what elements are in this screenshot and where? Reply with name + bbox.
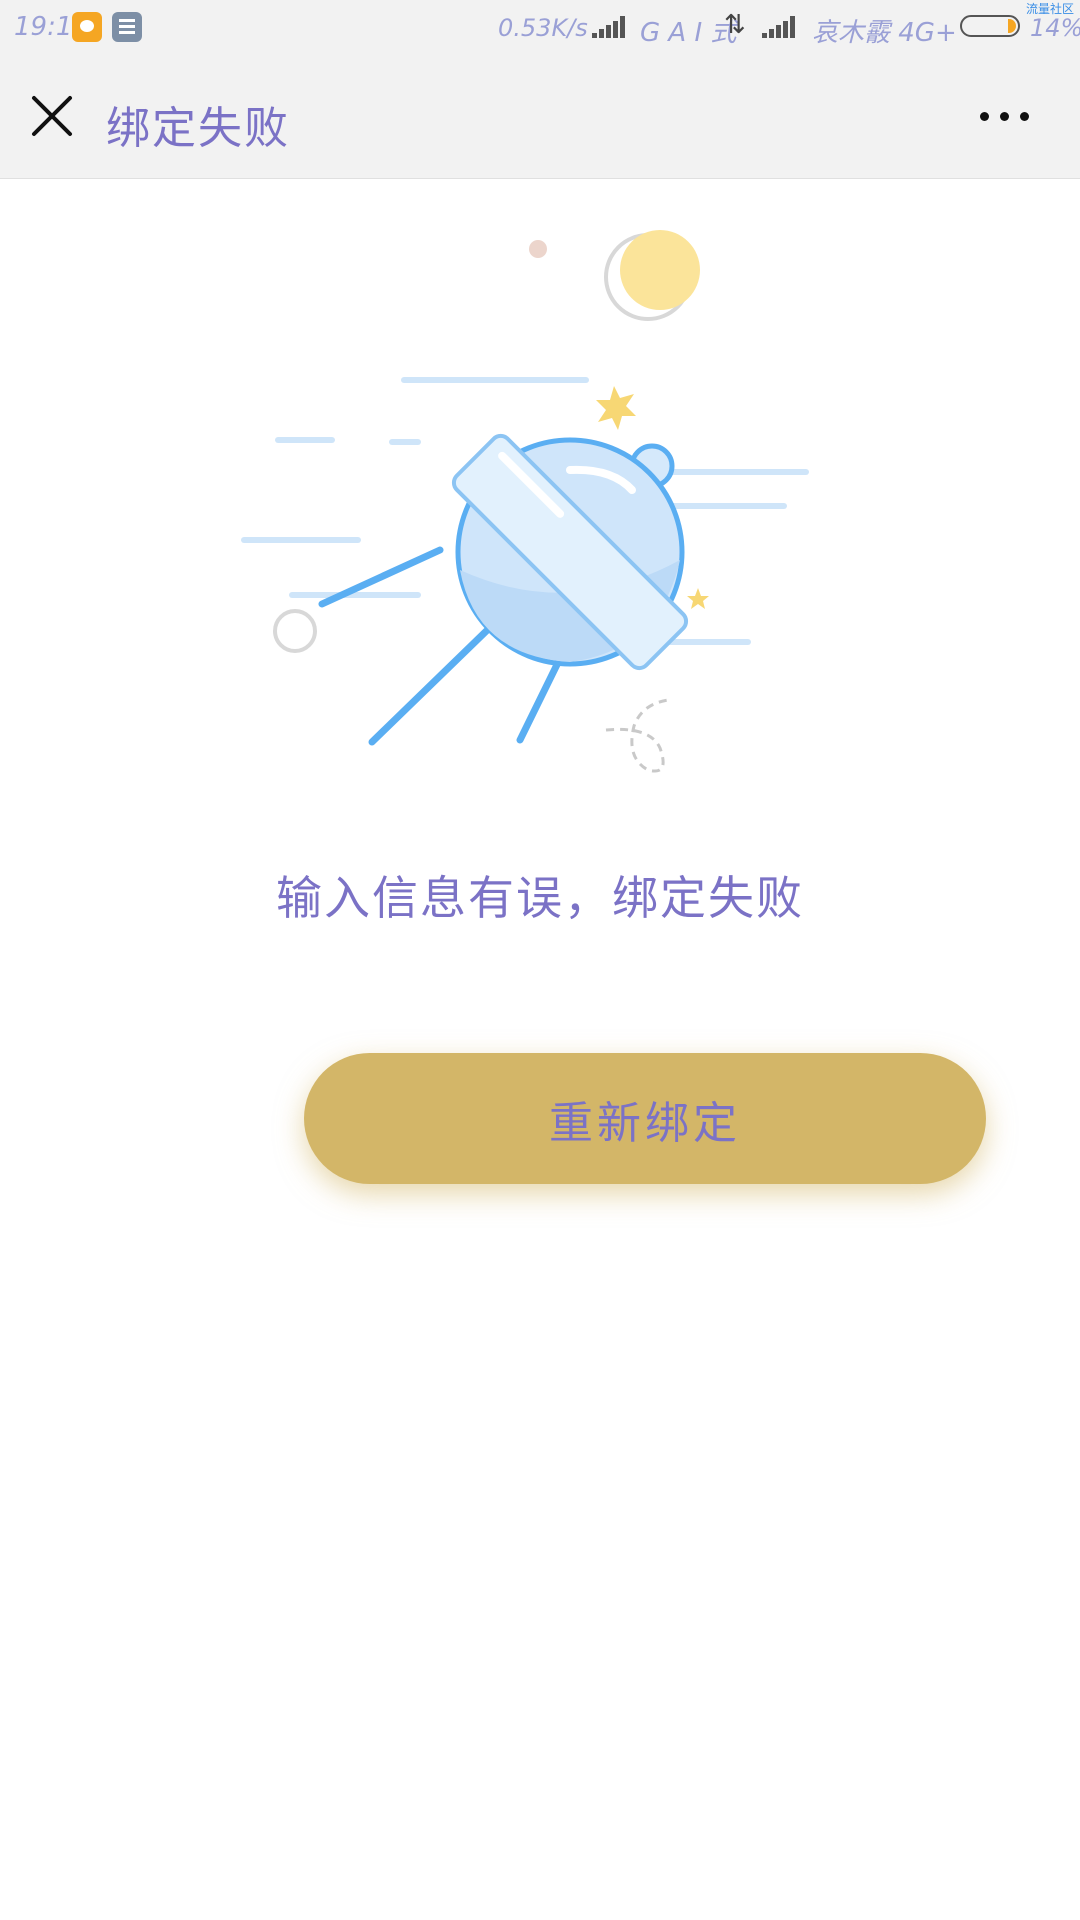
data-arrows-icon: ⇅	[724, 10, 746, 40]
error-message: 输入信息有误，绑定失败	[276, 871, 804, 925]
satellite-illustration	[241, 230, 809, 773]
trail-icon	[605, 698, 669, 773]
battery-icon	[960, 15, 1020, 37]
star-icon	[596, 386, 636, 430]
dot-icon	[648, 238, 668, 258]
nav-bar: 绑定失败	[0, 56, 1080, 179]
calendar-notification-icon	[112, 12, 142, 42]
more-icon	[980, 112, 989, 121]
close-icon	[32, 96, 72, 136]
signal-icon	[592, 16, 626, 38]
signal-icon	[762, 16, 796, 38]
carrier-1: G A I 式	[640, 18, 737, 48]
rebind-button[interactable]: 重新绑定	[304, 1053, 986, 1184]
chat-notification-icon	[72, 12, 102, 42]
close-button[interactable]	[30, 94, 74, 138]
network-speed: 0.53K/s	[498, 14, 588, 42]
small-star-icon	[687, 588, 709, 609]
pink-planet-dot-icon	[529, 240, 547, 258]
carrier-2: 哀木霰 4G+	[812, 18, 957, 48]
status-bar: 19:17 0.53K/s G A I 式 ⇅ 哀木霰 4G+ 14% 流量社区	[0, 0, 1080, 56]
battery-percent: 14%	[1030, 14, 1080, 42]
ring-icon	[273, 609, 317, 653]
page-title: 绑定失败	[106, 103, 290, 154]
corner-tag: 流量社区	[1025, 2, 1074, 16]
more-button[interactable]	[978, 106, 1034, 126]
